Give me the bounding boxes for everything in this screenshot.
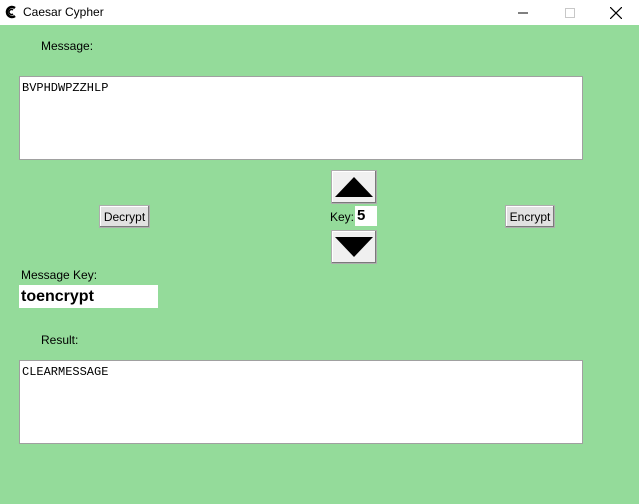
message-key-label: Message Key: xyxy=(21,268,98,282)
encrypt-button[interactable]: Encrypt xyxy=(505,205,555,228)
maximize-icon xyxy=(565,7,575,18)
minimize-icon xyxy=(518,12,528,13)
down-arrow-icon xyxy=(335,237,373,257)
message-textbox[interactable]: BVPHDWPZZHLP xyxy=(19,76,583,160)
caesar-c-icon xyxy=(5,5,16,19)
maximize-button[interactable] xyxy=(547,0,593,25)
message-key-input[interactable]: toencrypt xyxy=(19,285,158,308)
window-title: Caesar Cypher xyxy=(23,5,104,19)
key-up-button[interactable] xyxy=(331,170,377,204)
up-arrow-icon xyxy=(335,177,373,197)
key-input[interactable]: 5 xyxy=(355,206,377,226)
close-icon xyxy=(610,6,622,19)
result-label: Result: xyxy=(41,333,79,347)
message-label: Message: xyxy=(41,39,94,53)
key-label: Key: xyxy=(330,210,355,224)
decrypt-button[interactable]: Decrypt xyxy=(99,205,150,228)
minimize-button[interactable] xyxy=(500,0,546,25)
key-down-button[interactable] xyxy=(331,230,377,264)
close-button[interactable] xyxy=(593,0,639,25)
result-textbox[interactable]: CLEARMESSAGE xyxy=(19,360,583,444)
title-bar[interactable]: Caesar Cypher xyxy=(0,0,639,25)
